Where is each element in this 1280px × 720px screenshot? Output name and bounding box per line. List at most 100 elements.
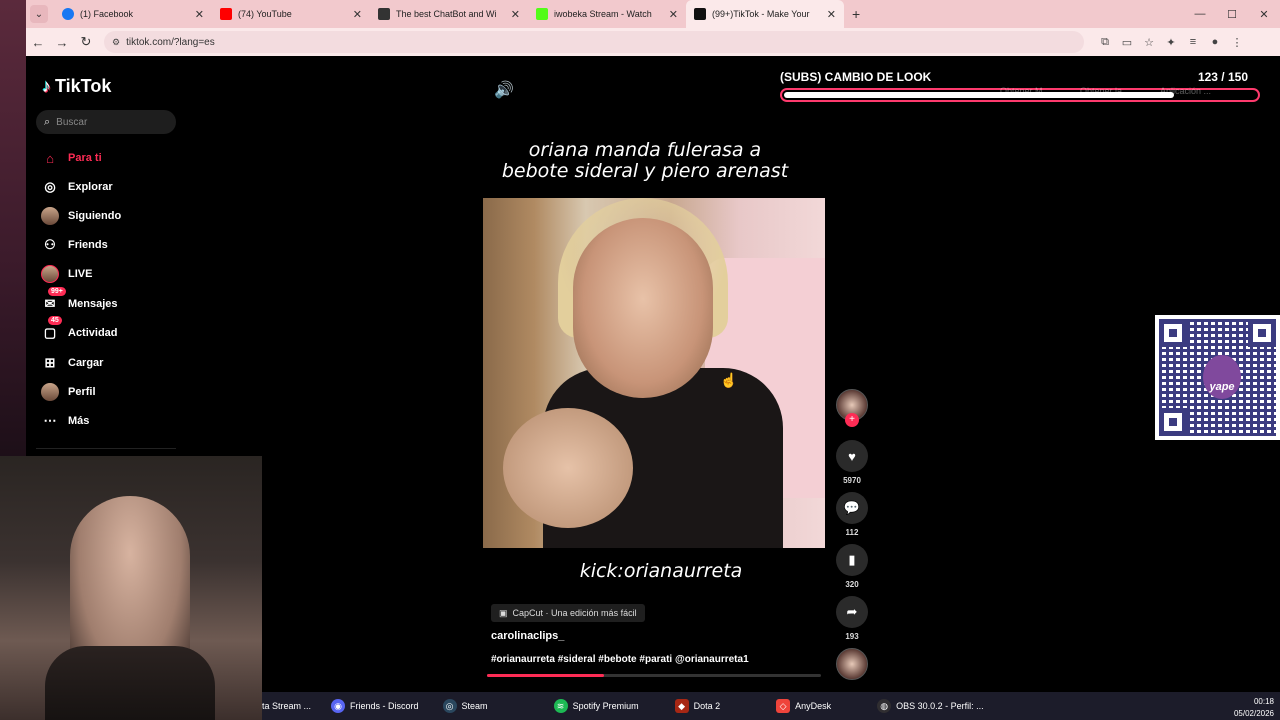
profile-avatar-icon[interactable]: ●: [1204, 36, 1226, 49]
chatbot-icon: [378, 8, 390, 20]
video-player[interactable]: [483, 198, 825, 548]
back-icon[interactable]: ←: [26, 35, 50, 50]
goal-count: 123 / 150: [1197, 70, 1248, 84]
sidebar-item-perfil[interactable]: Perfil: [40, 382, 96, 402]
capcut-tag[interactable]: ▣ CapCut · Una edición más fácil: [491, 604, 645, 622]
spotify-icon: ≋: [553, 699, 568, 713]
translate-icon[interactable]: ⧉: [1094, 36, 1116, 49]
taskbar-label: Dota 2: [693, 701, 721, 711]
close-window-icon[interactable]: ✕: [1248, 0, 1280, 28]
close-icon[interactable]: ✕: [511, 8, 520, 21]
bookmark-icon[interactable]: ▮: [836, 544, 868, 576]
volume-icon[interactable]: 🔊: [494, 80, 514, 100]
minimize-icon[interactable]: —: [1184, 0, 1216, 28]
close-icon[interactable]: ✕: [353, 8, 362, 21]
comment-action[interactable]: 💬 112: [836, 492, 868, 537]
browser-tab-bar: ⌄ (1) Facebook ✕ (74) YouTube ✕ The best…: [26, 0, 1280, 28]
site-info-icon[interactable]: ⚙: [112, 37, 120, 48]
tiktok-logo[interactable]: ♪ TikTok: [42, 76, 111, 97]
sidebar-item-label: Cargar: [68, 357, 104, 369]
qr-finder: [1159, 319, 1187, 347]
sidebar-item-actividad[interactable]: ▢ 45 Actividad: [40, 316, 118, 343]
clock-time: 00:18: [1253, 697, 1274, 706]
creator-avatar[interactable]: +: [836, 389, 868, 429]
extensions-icon[interactable]: ✦: [1160, 36, 1182, 49]
video-progress-bar[interactable]: [487, 674, 821, 677]
author-name[interactable]: carolinaclips_: [491, 630, 564, 642]
bookmark-star-icon[interactable]: ☆: [1138, 36, 1160, 49]
sidebar-item-label: Perfil: [68, 386, 96, 398]
search-input[interactable]: ⌕ Buscar: [36, 110, 176, 134]
sidebar-item-friends[interactable]: ⚇ Friends: [40, 235, 108, 255]
taskbar-item-kick[interactable]: ta Stream ...: [262, 692, 319, 720]
ghost-text-3: Aplicación ...: [1160, 86, 1212, 96]
capcut-icon: ▣: [499, 607, 508, 618]
close-icon[interactable]: ✕: [669, 8, 678, 21]
hand-shape: [503, 408, 633, 528]
youtube-icon: [220, 8, 232, 20]
like-count: 5970: [843, 476, 861, 485]
address-bar: ← → ↻ ⚙ tiktok.com/?lang=es ⧉ ▭ ☆ ✦ ≡ ● …: [26, 28, 1280, 56]
reload-icon[interactable]: ↻: [74, 34, 98, 50]
taskbar-item-anydesk[interactable]: ◇ AnyDesk: [768, 692, 839, 720]
compass-icon: ◎: [44, 179, 56, 194]
tab-youtube[interactable]: (74) YouTube ✕: [212, 0, 370, 28]
avatar-icon: [40, 206, 60, 226]
sound-avatar[interactable]: [836, 648, 868, 680]
comment-count: 112: [845, 528, 859, 537]
share-action[interactable]: ➦ 193: [836, 596, 868, 641]
sidebar-item-siguiendo[interactable]: Siguiendo: [40, 206, 121, 226]
activity-icon: ▢ 45: [40, 316, 62, 343]
heart-icon[interactable]: ♥: [836, 440, 868, 472]
sidebar-item-label: Siguiendo: [68, 210, 122, 222]
taskbar-item-obs[interactable]: ◍ OBS 30.0.2 - Perfil: ...: [869, 692, 992, 720]
sidebar-item-explorar[interactable]: ◎ Explorar: [40, 177, 112, 197]
music-disc-icon[interactable]: [836, 648, 868, 680]
close-icon[interactable]: ✕: [195, 8, 204, 21]
hashtags[interactable]: #orianaurreta #sideral #bebote #parati @…: [491, 654, 749, 665]
sidebar-item-mas[interactable]: ⋯ Más: [40, 411, 90, 431]
sidebar-item-mensajes[interactable]: ✉ 99+ Mensajes: [40, 287, 118, 314]
facebook-icon: [62, 8, 74, 20]
new-tab-button[interactable]: +: [852, 6, 860, 22]
menu-dots-icon[interactable]: ⋮: [1226, 36, 1248, 49]
follow-plus-icon[interactable]: +: [845, 413, 859, 427]
goal-title: (SUBS) CAMBIO DE LOOK: [780, 70, 932, 84]
taskbar-label: ta Stream ...: [262, 701, 312, 711]
tab-search-button[interactable]: ⌄: [30, 5, 48, 23]
sidebar-item-label: Para ti: [68, 152, 102, 164]
share-icon[interactable]: ➦: [836, 596, 868, 628]
upload-icon: ⊞: [44, 355, 56, 370]
taskbar-item-dota[interactable]: ◆ Dota 2: [667, 692, 729, 720]
reading-list-icon[interactable]: ≡: [1182, 36, 1204, 49]
sidebar-item-para-ti[interactable]: ⌂ Para ti: [40, 148, 102, 168]
video-caption: oriana manda fulerasa a bebote sideral y…: [470, 140, 820, 182]
tiktok-sidebar: ♪ TikTok ⌕ Buscar ⌂ Para ti ◎ Explorar S…: [26, 58, 186, 456]
tiktok-note-icon: ♪: [42, 76, 51, 96]
save-action[interactable]: ▮ 320: [836, 544, 868, 589]
sidebar-item-cargar[interactable]: ⊞ Cargar: [40, 353, 104, 373]
system-clock[interactable]: 00:18 05/02/2026: [1234, 696, 1274, 720]
tab-tiktok[interactable]: (99+)TikTok - Make Your Da ✕: [686, 0, 844, 28]
forward-icon[interactable]: →: [50, 35, 74, 50]
taskbar-item-discord[interactable]: ◉ Friends - Discord: [323, 692, 427, 720]
qr-finder: [1159, 408, 1187, 436]
maximize-icon[interactable]: ☐: [1216, 0, 1248, 28]
close-icon[interactable]: ✕: [827, 8, 836, 21]
tab-kick[interactable]: iwobeka Stream - Watch Live o ✕: [528, 0, 686, 28]
message-icon: ✉ 99+: [40, 287, 66, 314]
cast-icon[interactable]: ▭: [1116, 36, 1138, 49]
qr-pattern: yape: [1159, 319, 1276, 436]
mouse-cursor-icon: ☝: [720, 372, 738, 388]
like-action[interactable]: ♥ 5970: [836, 440, 868, 485]
qr-finder: [1248, 319, 1276, 347]
url-field[interactable]: ⚙ tiktok.com/?lang=es: [104, 31, 1084, 53]
sidebar-item-live[interactable]: LIVE: [40, 264, 92, 284]
taskbar-item-spotify[interactable]: ≋ Spotify Premium: [546, 692, 647, 720]
address-tools: ⧉ ▭ ☆ ✦ ≡ ● ⋮: [1094, 36, 1248, 49]
sidebar-item-label: Actividad: [68, 327, 118, 339]
tab-chatbot[interactable]: The best ChatBot and Widgets ✕: [370, 0, 528, 28]
comment-icon[interactable]: 💬: [836, 492, 868, 524]
taskbar-item-steam[interactable]: ◎ Steam: [435, 692, 496, 720]
tab-facebook[interactable]: (1) Facebook ✕: [54, 0, 212, 28]
